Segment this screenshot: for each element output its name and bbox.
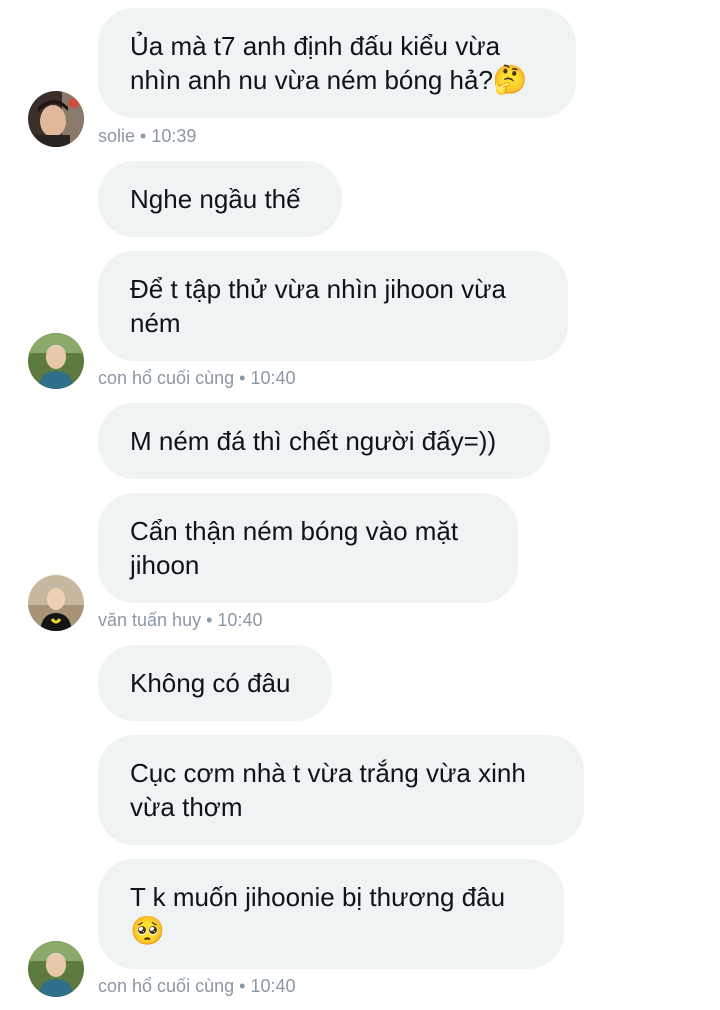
message-text: Cẩn thận ném bóng vào mặt jihoon — [130, 516, 459, 580]
avatar[interactable] — [28, 333, 84, 389]
message-bubble[interactable]: Ủa mà t7 anh định đấu kiểu vừa nhìn anh … — [98, 8, 576, 118]
message-bubble[interactable]: M ném đá thì chết người đấy=)) — [98, 403, 550, 479]
timestamp: 10:40 — [250, 976, 296, 996]
meta-separator: • — [140, 126, 147, 146]
sender-name: con hổ cuối cùng — [98, 976, 235, 996]
message-bubble[interactable]: Cẩn thận ném bóng vào mặt jihoon — [98, 493, 518, 603]
message-text: T k muốn jihoonie bị thương đâu — [130, 882, 506, 912]
message-meta: solie • 10:39 — [98, 125, 196, 147]
timestamp: 10:39 — [151, 126, 197, 146]
sender-name: con hổ cuối cùng — [98, 368, 235, 388]
meta-separator: • — [239, 368, 246, 388]
avatar[interactable] — [28, 575, 84, 631]
message-bubble[interactable]: Cục cơm nhà t vừa trắng vừa xinh vừa thơ… — [98, 735, 584, 845]
meta-separator: • — [206, 610, 213, 630]
message-text: Cục cơm nhà t vừa trắng vừa xinh vừa thơ… — [130, 758, 526, 822]
message-text: Để t tập thử vừa nhìn jihoon vừa ném — [130, 274, 506, 338]
meta-separator: • — [239, 976, 246, 996]
pleading-face-icon: 🥺 — [130, 914, 165, 947]
message-bubble[interactable]: Nghe ngầu thế — [98, 161, 342, 237]
message-meta: con hổ cuối cùng • 10:40 — [98, 975, 296, 997]
avatar[interactable] — [28, 941, 84, 997]
avatar[interactable] — [28, 91, 84, 147]
message-text: Không có đâu — [130, 668, 291, 698]
thinking-face-icon: 🤔 — [492, 63, 528, 96]
message-text: Nghe ngầu thế — [130, 184, 301, 214]
timestamp: 10:40 — [217, 610, 263, 630]
message-meta: con hổ cuối cùng • 10:40 — [98, 367, 296, 389]
message-bubble[interactable]: Không có đâu — [98, 645, 332, 721]
message-meta: văn tuấn huy • 10:40 — [98, 609, 262, 631]
message-bubble[interactable]: T k muốn jihoonie bị thương đâu 🥺 — [98, 859, 564, 969]
message-text: Ủa mà t7 anh định đấu kiểu vừa nhìn anh … — [130, 31, 501, 95]
sender-name: văn tuấn huy — [98, 610, 202, 630]
message-text: M ném đá thì chết người đấy=)) — [130, 426, 497, 456]
sender-name: solie — [98, 126, 136, 146]
timestamp: 10:40 — [250, 368, 296, 388]
message-bubble[interactable]: Để t tập thử vừa nhìn jihoon vừa ném — [98, 251, 568, 361]
